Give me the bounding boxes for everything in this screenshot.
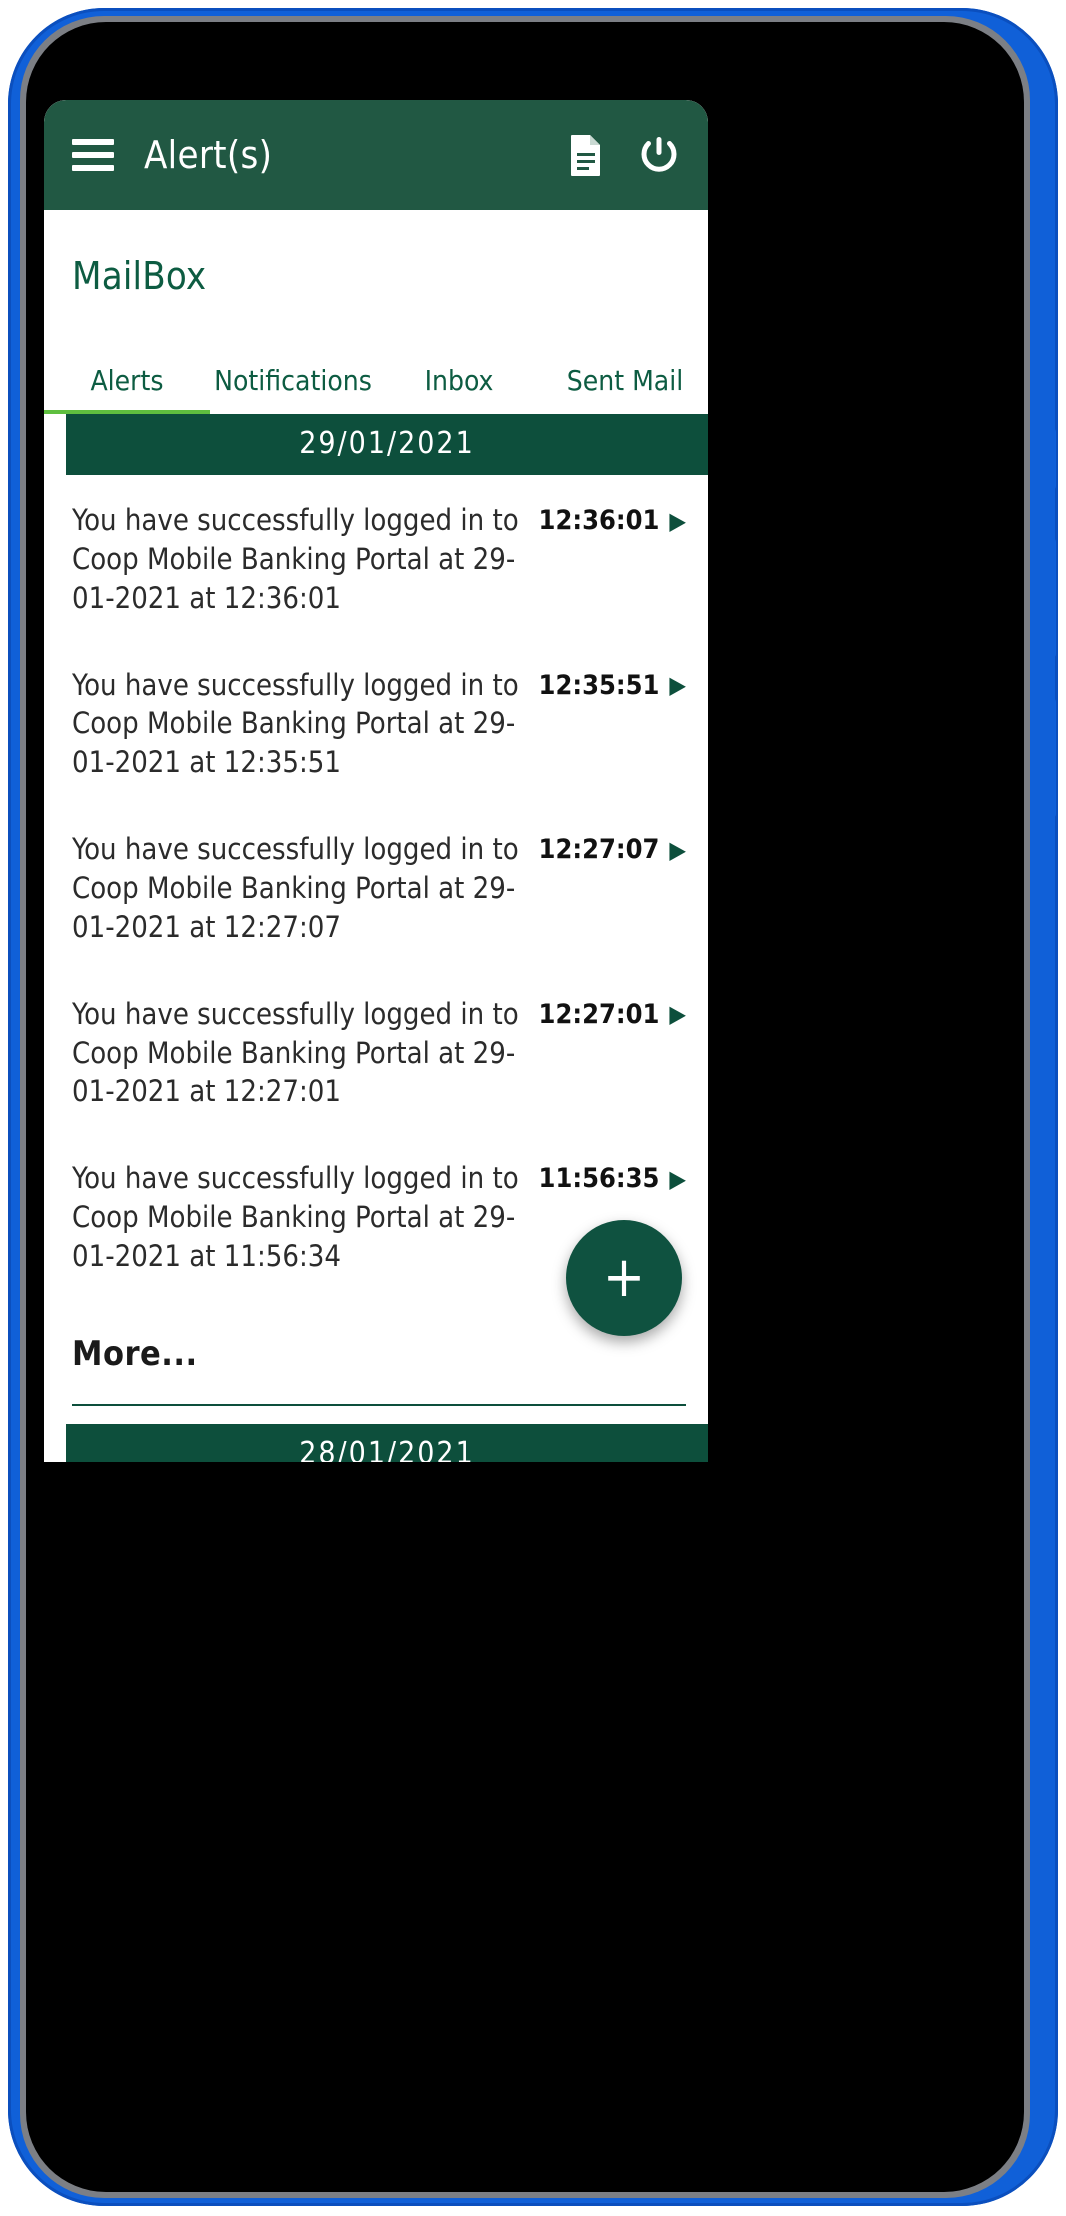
- alert-message: You have successfully logged in to Coop …: [72, 667, 519, 780]
- tab-sent-mail[interactable]: Sent Mail: [542, 338, 708, 414]
- chevron-right-icon[interactable]: ▶: [669, 509, 686, 533]
- date-header: 29/01/2021: [66, 414, 708, 475]
- chevron-right-icon[interactable]: ▶: [669, 673, 686, 697]
- tab-notifications[interactable]: Notifications: [210, 338, 376, 414]
- app-bar: Alert(s): [44, 100, 708, 210]
- app-screen: Alert(s) MailBox Alerts Notifications In…: [44, 100, 708, 1462]
- plus-icon: +: [602, 1245, 646, 1310]
- add-button[interactable]: +: [566, 1220, 682, 1336]
- chevron-right-icon[interactable]: ▶: [669, 1002, 686, 1026]
- alert-meta: 12:35:51 ▶: [539, 666, 686, 701]
- alert-row[interactable]: You have successfully logged in to Coop …: [44, 475, 708, 640]
- alert-row[interactable]: You have successfully logged in to Coop …: [44, 969, 708, 1134]
- tab-alerts[interactable]: Alerts: [44, 338, 210, 414]
- tab-bar: Alerts Notifications Inbox Sent Mail: [44, 338, 708, 414]
- alert-time: 12:27:01: [538, 998, 660, 1030]
- screenshot-stage: Alert(s) MailBox Alerts Notifications In…: [0, 0, 1066, 2216]
- alert-message: You have successfully logged in to Coop …: [72, 503, 519, 615]
- alert-meta: 12:27:01 ▶: [539, 995, 686, 1030]
- alert-time: 11:56:35: [538, 1163, 660, 1195]
- phone-side-button-volume-up[interactable]: [1048, 538, 1056, 658]
- group-divider: [72, 1403, 686, 1406]
- alert-message: You have successfully logged in to Coop …: [72, 832, 519, 944]
- power-icon[interactable]: [638, 134, 680, 176]
- alert-time: 12:27:07: [538, 834, 660, 866]
- phone-side-button-volume-down[interactable]: [1048, 698, 1056, 818]
- document-icon[interactable]: [568, 134, 604, 176]
- alert-time: 12:35:51: [538, 669, 660, 701]
- hamburger-menu-icon[interactable]: [72, 139, 114, 171]
- alert-meta: 11:56:35 ▶: [539, 1159, 686, 1194]
- chevron-right-icon[interactable]: ▶: [669, 838, 686, 862]
- tab-inbox[interactable]: Inbox: [376, 338, 542, 414]
- alert-row[interactable]: You have successfully logged in to Coop …: [44, 804, 708, 969]
- page-title: MailBox: [72, 254, 207, 298]
- app-bar-actions: [568, 134, 680, 176]
- phone-side-button-mute[interactable]: [1048, 428, 1056, 490]
- alert-meta: 12:36:01 ▶: [539, 501, 686, 536]
- chevron-right-icon[interactable]: ▶: [669, 1167, 686, 1191]
- screen-content: MailBox Alerts Notifications Inbox Sent …: [44, 210, 708, 1462]
- app-bar-title: Alert(s): [144, 133, 273, 177]
- alert-time: 12:36:01: [538, 505, 660, 536]
- alert-row[interactable]: You have successfully logged in to Coop …: [44, 640, 708, 805]
- alert-message: You have successfully logged in to Coop …: [72, 1161, 519, 1274]
- date-header: 28/01/2021: [66, 1423, 708, 1462]
- alert-meta: 12:27:07 ▶: [539, 830, 686, 865]
- alert-message: You have successfully logged in to Coop …: [72, 996, 519, 1109]
